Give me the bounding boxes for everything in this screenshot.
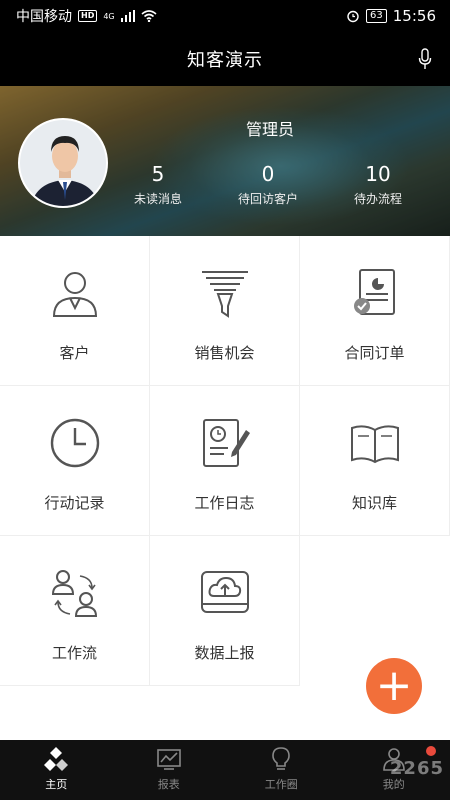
function-grid: 客户 销售机会 合同订单 行动记录 工作日志 知识库 工作流 数据上报 <box>0 236 450 686</box>
stat-value: 0 <box>261 162 275 186</box>
bottom-nav: 主页 报表 工作圈 我的 <box>0 740 450 800</box>
notification-badge <box>426 746 436 756</box>
contract-icon <box>353 269 395 315</box>
stat-pending-workflows[interactable]: 10 待办流程 <box>328 162 428 207</box>
stat-unread-messages[interactable]: 5 未读消息 <box>108 162 208 207</box>
grid-item-label: 知识库 <box>351 494 397 512</box>
stat-value: 5 <box>151 162 165 186</box>
book-icon <box>350 425 399 464</box>
work-log-icon <box>202 419 250 467</box>
alarm-icon <box>347 10 359 23</box>
report-icon <box>156 749 181 770</box>
lightbulb-icon <box>272 747 291 770</box>
grid-item-customer[interactable]: 客户 <box>0 236 150 386</box>
status-bar: 中国移动 HD 4G 63 15:56 <box>0 0 450 32</box>
microphone-icon[interactable] <box>418 48 432 70</box>
stat-value: 10 <box>365 162 391 186</box>
watermark: 2265 <box>389 758 444 779</box>
grid-item-data-report[interactable]: 数据上报 <box>150 536 300 686</box>
profile-banner: 管理员 5 未读消息 0 待回访客户 10 待办流程 <box>0 86 450 236</box>
battery-indicator: 63 <box>366 9 387 23</box>
grid-item-label: 工作日志 <box>194 494 255 512</box>
grid-item-label: 销售机会 <box>194 344 255 362</box>
grid-item-label: 客户 <box>59 344 90 362</box>
wifi-icon <box>141 10 157 22</box>
grid-item-label: 行动记录 <box>44 494 105 512</box>
funnel-icon <box>201 271 248 318</box>
stat-label: 待回访客户 <box>237 192 298 206</box>
grid-item-contract-order[interactable]: 合同订单 <box>300 236 450 386</box>
grid-item-label: 数据上报 <box>194 644 255 662</box>
stat-pending-visits[interactable]: 0 待回访客户 <box>218 162 318 207</box>
home-icon <box>44 747 69 771</box>
tab-label: 主页 <box>45 778 68 791</box>
tab-label: 报表 <box>157 778 180 791</box>
clock-icon <box>50 418 99 468</box>
tab-home[interactable]: 主页 <box>0 740 113 800</box>
app-header: 知客演示 <box>0 32 450 86</box>
stat-label: 待办流程 <box>353 192 402 206</box>
cloud-upload-icon <box>200 571 249 613</box>
grid-item-knowledge-base[interactable]: 知识库 <box>300 386 450 536</box>
page-title: 知客演示 <box>187 50 263 71</box>
avatar-image <box>20 120 106 206</box>
grid-item-label: 合同订单 <box>344 344 405 362</box>
hd-badge: HD <box>78 10 98 22</box>
tab-label: 工作圈 <box>264 778 298 791</box>
grid-item-label: 工作流 <box>51 644 97 662</box>
tab-report[interactable]: 报表 <box>113 740 226 800</box>
avatar[interactable] <box>18 118 108 208</box>
add-button[interactable]: + <box>366 658 422 714</box>
stat-label: 未读消息 <box>133 192 182 206</box>
grid-item-action-record[interactable]: 行动记录 <box>0 386 150 536</box>
grid-item-work-log[interactable]: 工作日志 <box>150 386 300 536</box>
tab-work-circle[interactable]: 工作圈 <box>225 740 338 800</box>
network-label: 4G <box>103 11 115 21</box>
workflow-icon <box>51 570 97 617</box>
clock: 15:56 <box>392 7 436 25</box>
user-name: 管理员 <box>245 120 294 139</box>
carrier-label: 中国移动 <box>16 9 72 25</box>
signal-icon <box>120 10 135 22</box>
customer-icon <box>52 272 97 317</box>
grid-item-sales-opportunity[interactable]: 销售机会 <box>150 236 300 386</box>
grid-item-workflow[interactable]: 工作流 <box>0 536 150 686</box>
